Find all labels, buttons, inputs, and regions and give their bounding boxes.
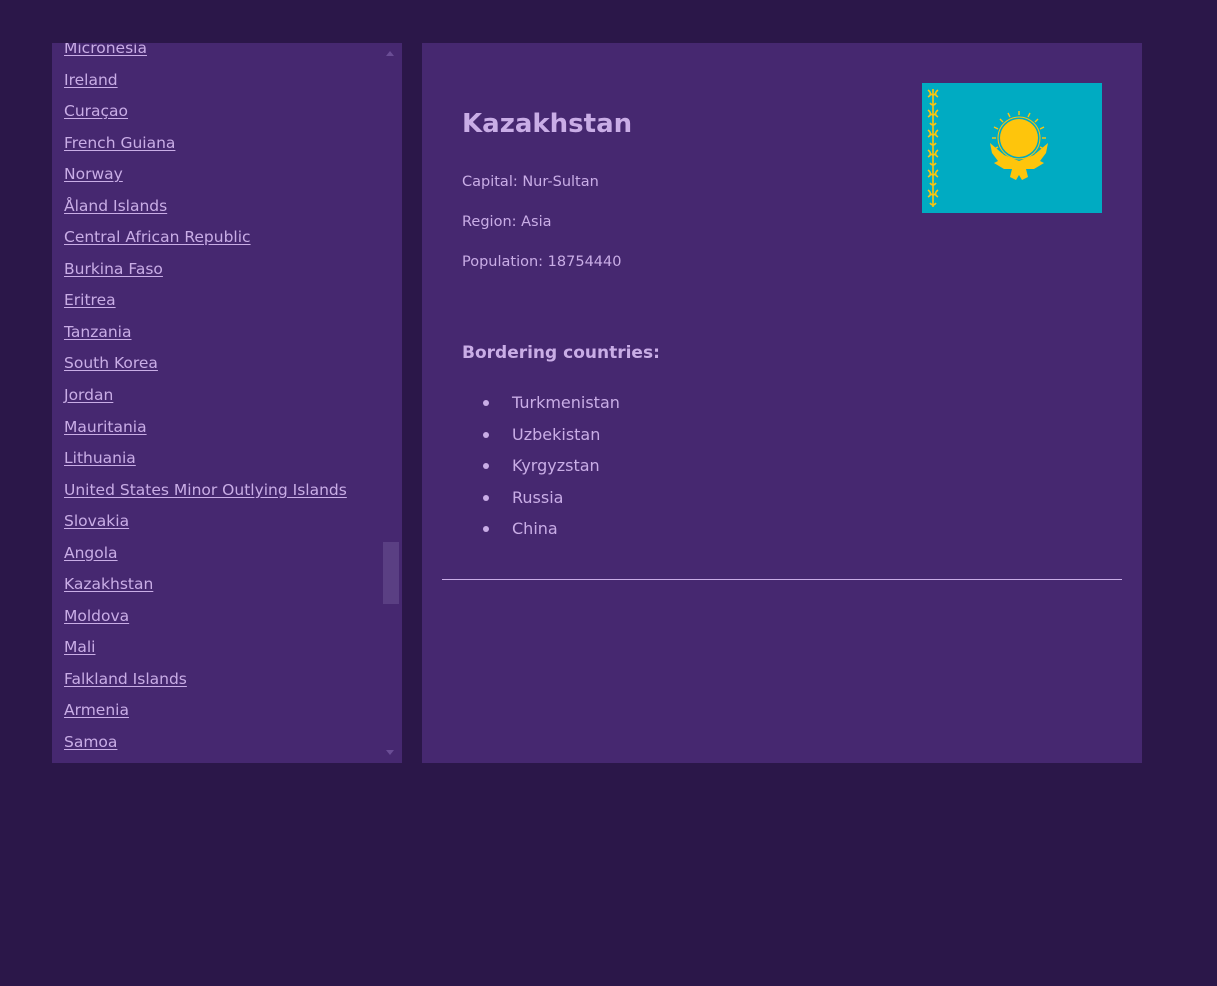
country-list-item: French Guiana: [52, 127, 382, 159]
country-list-item: Burkina Faso: [52, 253, 382, 285]
country-list-item: Moldova: [52, 600, 382, 632]
country-list-item: Ar: [52, 758, 382, 763]
country-list-item: Angola: [52, 537, 382, 569]
country-list-item: South Korea: [52, 347, 382, 379]
country-list-item: Falkland Islands: [52, 663, 382, 695]
country-link[interactable]: Mauritania: [64, 418, 147, 436]
country-detail-panel: Kazakhstan Capital: Nur-Sultan Region: A…: [422, 43, 1142, 763]
country-link[interactable]: United States Minor Outlying Islands: [64, 481, 347, 499]
bordering-country-item: Kyrgyzstan: [462, 450, 620, 482]
bullet-icon: [483, 431, 489, 438]
country-link[interactable]: French Guiana: [64, 134, 175, 152]
sidebar-scrollbar[interactable]: [382, 43, 402, 763]
bullet-icon: [483, 400, 489, 406]
bordering-country-name: Kyrgyzstan: [512, 456, 600, 476]
country-link[interactable]: Mali: [64, 638, 95, 656]
country-list-item: Tanzania: [52, 316, 382, 348]
country-link[interactable]: Samoa: [64, 733, 117, 751]
bordering-countries-heading: Bordering countries:: [462, 343, 660, 363]
region-text: Region: Asia: [462, 214, 552, 230]
country-link[interactable]: Slovakia: [64, 512, 129, 530]
country-list-item: Mauritania: [52, 411, 382, 443]
population-text: Population: 18754440: [462, 254, 622, 270]
country-link[interactable]: Angola: [64, 544, 118, 562]
country-link[interactable]: Central African Republic: [64, 228, 251, 246]
country-link[interactable]: South Korea: [64, 354, 158, 372]
bordering-country-name: Turkmenistan: [512, 393, 620, 412]
country-link[interactable]: Burkina Faso: [64, 260, 163, 278]
bullet-icon: [483, 463, 489, 470]
bullet-icon: [483, 494, 489, 501]
scroll-thumb[interactable]: [383, 542, 399, 604]
country-list-item: Armenia: [52, 694, 382, 726]
bordering-country-item: China: [462, 513, 620, 545]
country-list-item: Ireland: [52, 64, 382, 96]
country-link[interactable]: Eritrea: [64, 291, 116, 309]
country-list-item: Mali: [52, 631, 382, 663]
country-link[interactable]: Tanzania: [64, 323, 132, 341]
country-link[interactable]: Jordan: [64, 386, 113, 404]
bordering-country-item: Turkmenistan: [462, 387, 620, 419]
country-link[interactable]: Moldova: [64, 607, 129, 625]
country-list-item: Curaçao: [52, 95, 382, 127]
section-divider: [442, 579, 1122, 580]
country-list-item: Kazakhstan: [52, 568, 382, 600]
bordering-country-name: Uzbekistan: [512, 424, 601, 444]
country-link[interactable]: Micronesia: [64, 43, 147, 57]
country-list-item: United States Minor Outlying Islands: [52, 474, 382, 506]
bordering-country-item: Uzbekistan: [462, 419, 620, 451]
country-list: Micronesia Ireland Curaçao French Guiana…: [52, 43, 382, 763]
country-list-item: Jordan: [52, 379, 382, 411]
country-link[interactable]: Åland Islands: [64, 197, 167, 215]
country-list-item: Eritrea: [52, 284, 382, 316]
bullet-icon: [483, 526, 489, 533]
capital-text: Capital: Nur-Sultan: [462, 174, 599, 190]
country-list-item: Samoa: [52, 726, 382, 758]
country-list-item: Lithuania: [52, 442, 382, 474]
country-link[interactable]: Kazakhstan: [64, 575, 153, 593]
country-sidebar[interactable]: Micronesia Ireland Curaçao French Guiana…: [52, 43, 402, 763]
country-link[interactable]: Curaçao: [64, 102, 128, 120]
country-link[interactable]: Armenia: [64, 701, 129, 719]
country-link[interactable]: Ireland: [64, 71, 118, 89]
country-list-item: Slovakia: [52, 505, 382, 537]
bordering-country-name: Russia: [512, 487, 564, 507]
bordering-country-item: Russia: [462, 482, 620, 514]
country-link[interactable]: Norway: [64, 165, 123, 183]
country-list-item: Åland Islands: [52, 190, 382, 222]
bordering-countries-list: Turkmenistan Uzbekistan Kyrgyzstan Russi…: [462, 387, 620, 545]
country-list-item: Central African Republic: [52, 221, 382, 253]
country-link[interactable]: Lithuania: [64, 449, 136, 467]
country-list-item: Micronesia: [52, 43, 382, 64]
country-name-heading: Kazakhstan: [462, 109, 633, 139]
scroll-up-arrow-icon[interactable]: [386, 51, 394, 56]
bordering-country-name: China: [512, 519, 558, 539]
scroll-down-arrow-icon[interactable]: [386, 750, 394, 755]
kazakhstan-flag-image: [922, 83, 1102, 213]
country-link[interactable]: Falkland Islands: [64, 670, 187, 688]
country-list-item: Norway: [52, 158, 382, 190]
